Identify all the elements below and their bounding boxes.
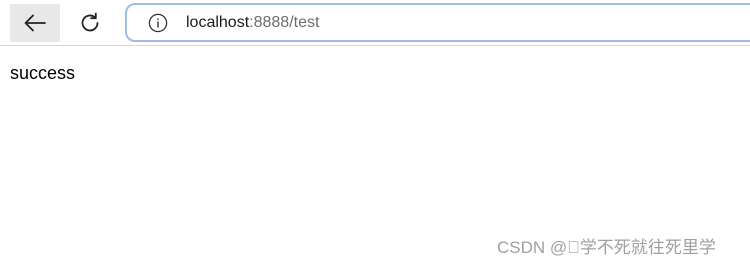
reload-icon	[81, 12, 99, 32]
back-button[interactable]	[10, 4, 60, 42]
page-body-text: success	[10, 63, 76, 83]
reload-button[interactable]	[66, 4, 114, 42]
url-text[interactable]: localhost:8888/test	[186, 13, 319, 33]
arrow-left-icon	[24, 14, 46, 32]
csdn-watermark: CSDN @ 学不死就往死里学	[497, 238, 716, 257]
url-host: localhost	[186, 14, 250, 31]
info-circle-icon[interactable]	[148, 13, 168, 33]
browser-toolbar: localhost:8888/test	[0, 0, 750, 46]
url-path: :8888/test	[249, 14, 320, 31]
address-bar[interactable]: localhost:8888/test	[125, 3, 750, 42]
